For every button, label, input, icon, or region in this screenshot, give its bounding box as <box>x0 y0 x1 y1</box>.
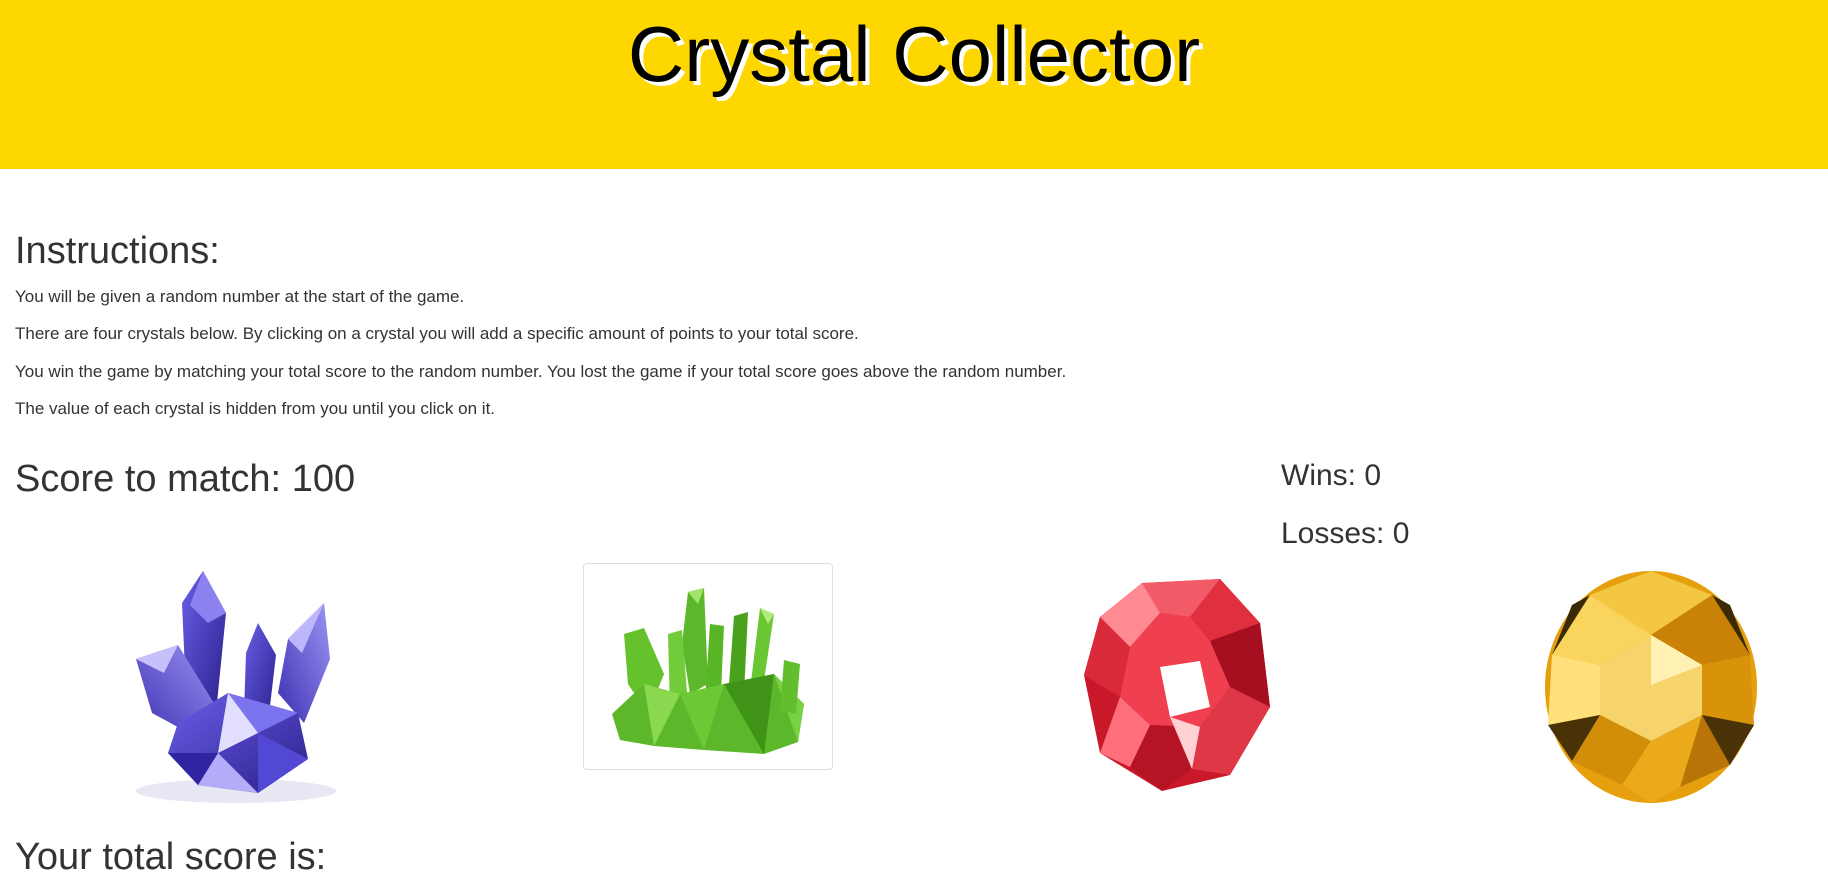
yellow-crystal-icon <box>1545 571 1757 803</box>
wins-counter: Wins: 0 <box>1281 458 1381 494</box>
score-to-match-value: 100 <box>291 458 356 500</box>
score-to-match: Score to match: 100 <box>15 455 355 503</box>
green-crystal-icon <box>612 588 804 754</box>
instructions-heading: Instructions: <box>15 230 220 272</box>
instruction-line: The value of each crystal is hidden from… <box>15 399 496 418</box>
yellow-crystal-button[interactable] <box>1542 565 1760 807</box>
losses-label: Losses: <box>1281 517 1385 550</box>
green-crystal-button[interactable] <box>583 563 833 770</box>
total-score: Your total score is: <box>15 833 326 881</box>
instruction-line: There are four crystals below. By clicki… <box>15 324 859 343</box>
score-to-match-label: Score to match: <box>15 458 282 500</box>
wins-label: Wins: <box>1281 459 1356 492</box>
red-crystal-button[interactable] <box>1080 577 1276 793</box>
red-crystal-icon <box>1084 579 1270 791</box>
instruction-line: You will be given a random number at the… <box>15 287 465 306</box>
blue-crystal-button[interactable] <box>108 563 356 811</box>
page-title: Crystal Collector <box>627 10 1201 98</box>
instruction-line: You win the game by matching your total … <box>15 362 1067 381</box>
wins-value: 0 <box>1364 459 1382 492</box>
losses-counter: Losses: 0 <box>1281 516 1409 552</box>
header-banner: Crystal Collector <box>0 0 1828 169</box>
losses-value: 0 <box>1392 517 1410 550</box>
blue-crystal-icon <box>136 571 336 803</box>
total-score-label: Your total score is: <box>15 836 327 878</box>
